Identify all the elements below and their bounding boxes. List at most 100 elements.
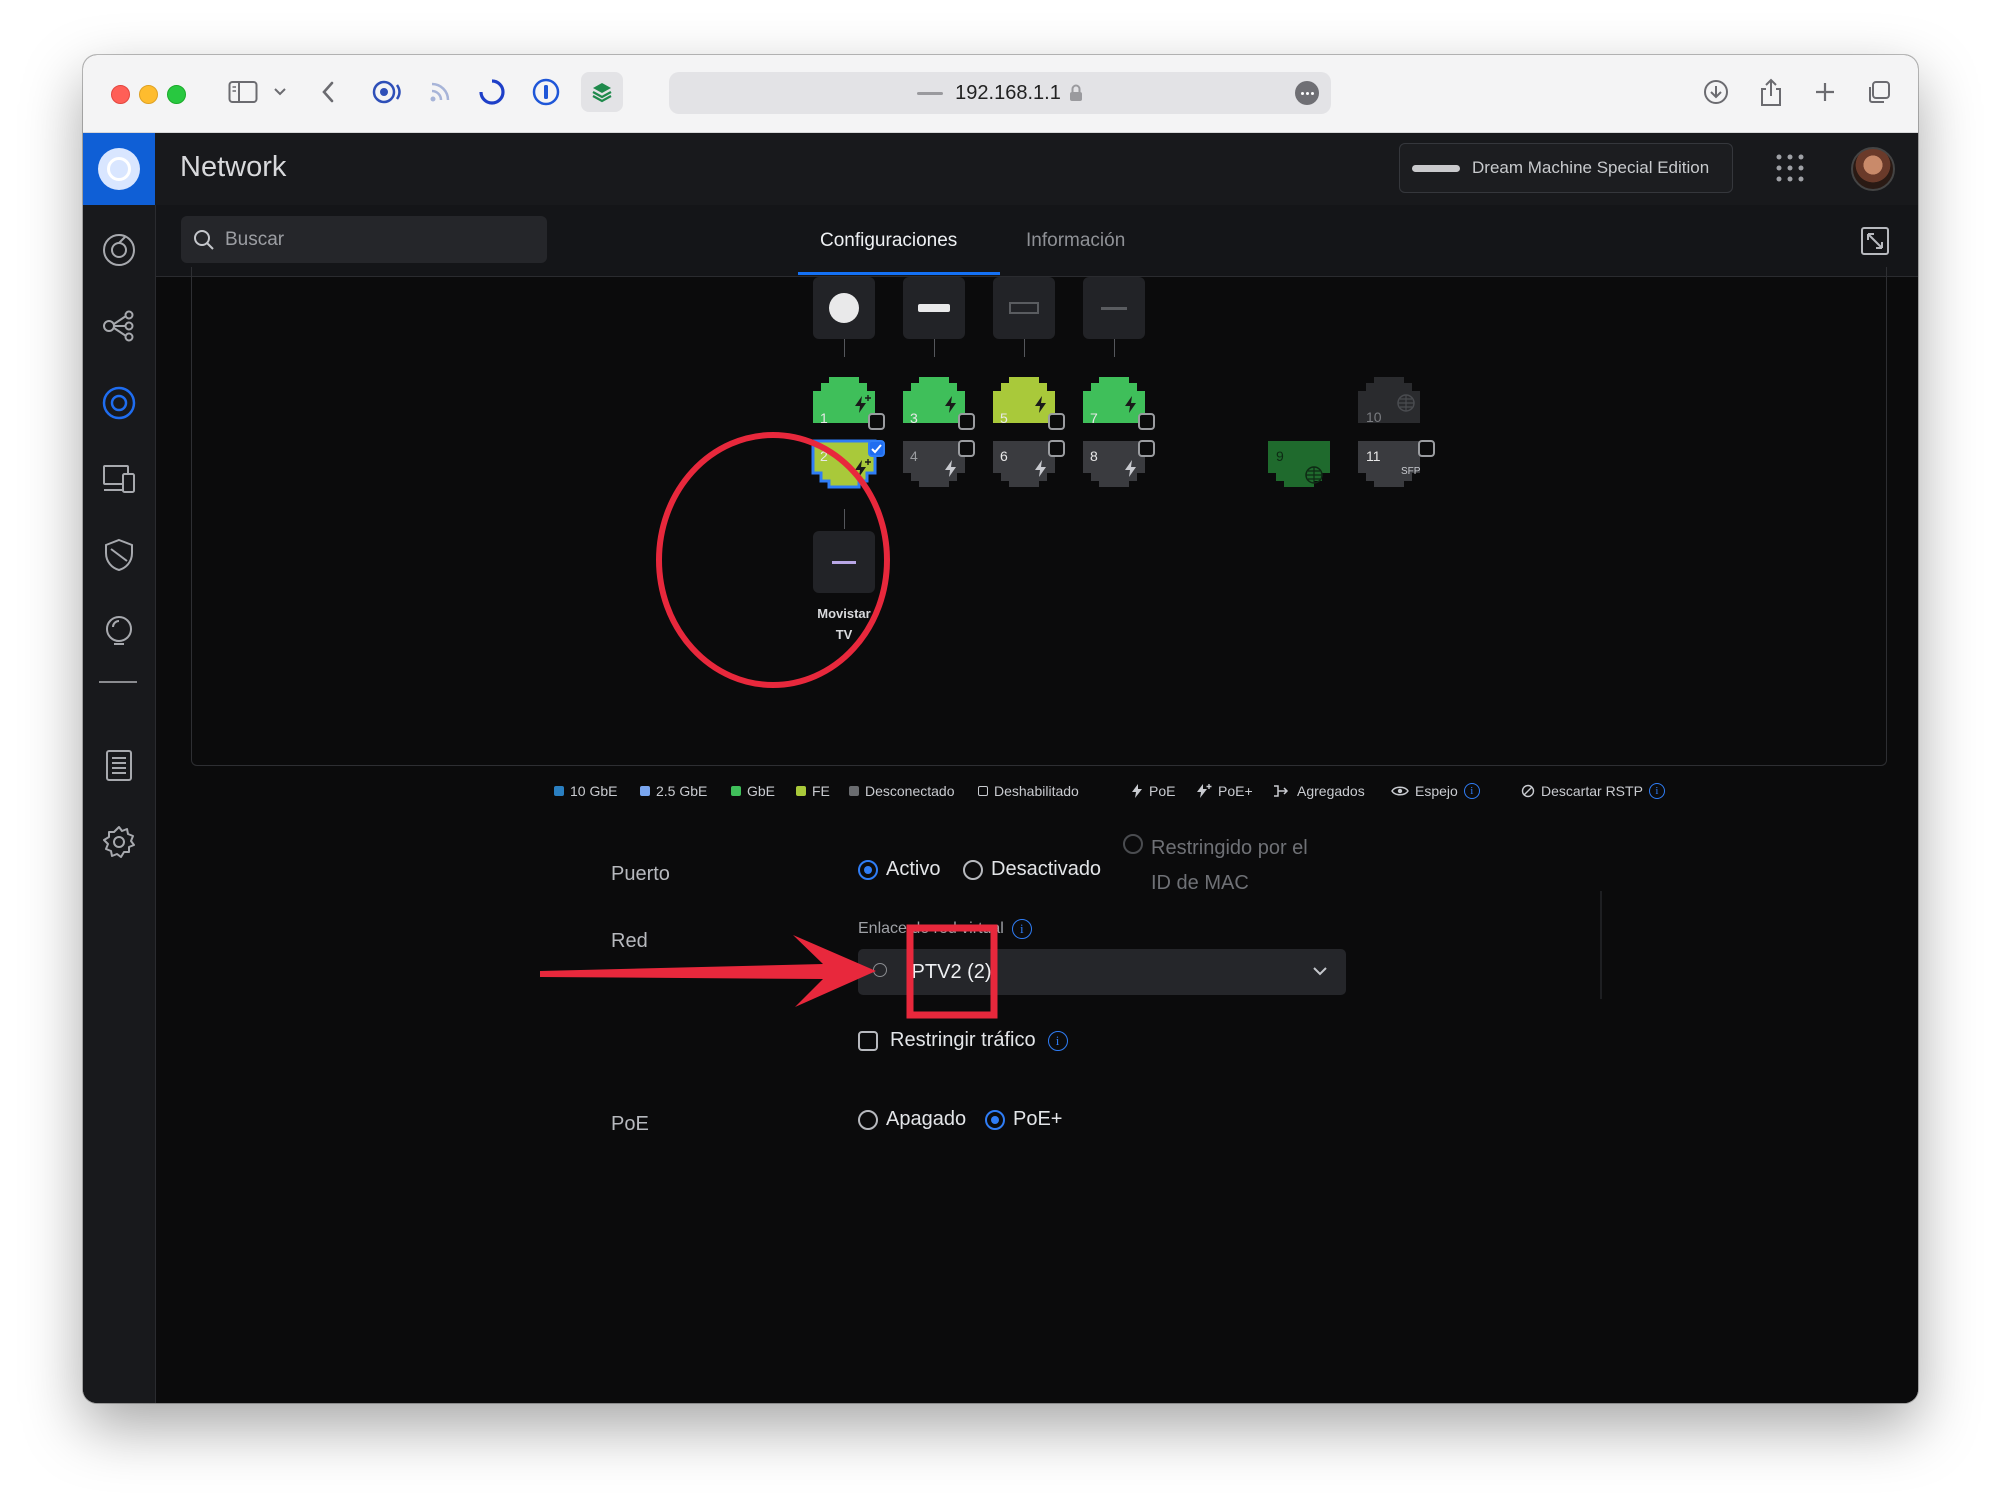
extension-icon[interactable] <box>368 75 408 109</box>
user-avatar[interactable] <box>1851 147 1895 191</box>
radio-restringido-mac: Restringido por el ID de MAC <box>1123 831 1308 901</box>
chevron-down-icon[interactable] <box>269 75 291 109</box>
network-icon <box>873 963 887 977</box>
info-icon[interactable]: i <box>1011 919 1032 939</box>
device-name: Dream Machine Special Edition <box>1472 158 1710 177</box>
url-text: 192.168.1.1 <box>955 81 1061 104</box>
gateway-device-icon <box>1412 164 1460 172</box>
port-select-checkbox[interactable] <box>958 413 975 430</box>
more-options-icon[interactable] <box>1295 81 1319 105</box>
search-box[interactable] <box>181 216 547 263</box>
browser-window: 192.168.1.1 Network Dream Machine Specia… <box>83 55 1918 1403</box>
legend-rstp: Descartar RSTP i <box>1521 783 1665 799</box>
unifi-devices-icon[interactable] <box>99 383 139 423</box>
layers-extension-icon[interactable] <box>581 72 623 112</box>
tab-configuraciones[interactable]: Configuraciones <box>820 205 957 276</box>
device-selector[interactable]: Dream Machine Special Edition <box>1399 143 1733 193</box>
zoom-window-button[interactable] <box>167 85 186 104</box>
port-select-checkbox[interactable] <box>868 413 885 430</box>
rss-icon[interactable] <box>423 75 457 109</box>
insights-icon[interactable] <box>99 611 139 651</box>
tab-informacion[interactable]: Información <box>1026 205 1125 276</box>
radio-poe-apagado[interactable]: Apagado <box>858 1108 966 1131</box>
port-number: 11 <box>1366 448 1381 464</box>
legend-item: GbE <box>731 783 775 799</box>
poe-label: PoE <box>611 1113 649 1135</box>
search-icon <box>193 229 215 251</box>
info-icon[interactable]: i <box>1648 783 1665 799</box>
client-device-movistar-tv[interactable] <box>813 531 875 593</box>
port-select-checkbox[interactable] <box>1048 413 1065 430</box>
vlan-value: IPTV2 (2) <box>906 961 992 983</box>
dashboard-icon[interactable] <box>99 230 139 270</box>
puerto-label: Puerto <box>611 863 670 885</box>
legend-poe: PoE <box>1131 783 1175 799</box>
lightning-icon <box>1132 784 1142 798</box>
app-title: Network <box>180 151 287 183</box>
link-line <box>844 509 845 529</box>
vlan-field-label: Enlace de red virtual i <box>858 919 1032 939</box>
download-icon[interactable] <box>1698 75 1734 109</box>
radio-poe-plus[interactable]: PoE+ <box>985 1108 1062 1131</box>
expand-icon[interactable] <box>1860 226 1890 261</box>
address-bar[interactable]: 192.168.1.1 <box>669 72 1331 114</box>
minimize-window-button[interactable] <box>139 85 158 104</box>
info-icon[interactable]: i <box>1047 1030 1068 1051</box>
scrollbar[interactable] <box>1600 891 1602 999</box>
app-header: Network Dream Machine Special Edition <box>83 133 1918 206</box>
globe-icon <box>1305 466 1323 484</box>
lock-icon <box>1069 84 1083 102</box>
legend-espejo: Espejo i <box>1391 783 1480 799</box>
radio-activo[interactable]: Activo <box>858 858 940 881</box>
legend-item: Deshabilitado <box>978 783 1079 799</box>
port-number: 6 <box>1000 448 1008 464</box>
back-button[interactable] <box>313 75 343 109</box>
unifi-logo[interactable] <box>83 133 155 205</box>
legend-agregados: Agregados <box>1273 783 1365 799</box>
new-tab-icon[interactable] <box>1807 75 1843 109</box>
share-icon[interactable] <box>1753 75 1789 109</box>
port-number: 7 <box>1090 410 1098 426</box>
legend-item: 10 GbE <box>554 783 617 799</box>
port-manager-content: 1 3 5 7 2 4 6 8 10 9 11 SFP Movistar TV … <box>156 267 1918 1403</box>
tab-overview-icon[interactable] <box>1861 75 1897 109</box>
legend-poe-plus: PoE+ <box>1196 783 1253 799</box>
gear-icon[interactable] <box>99 822 139 862</box>
port-number: 2 <box>820 448 828 464</box>
legend-item: FE <box>796 783 830 799</box>
port-select-checkbox[interactable] <box>1138 440 1155 457</box>
shield-icon[interactable] <box>99 535 139 575</box>
client-devices-icon[interactable] <box>99 459 139 499</box>
password-manager-icon[interactable] <box>529 75 563 109</box>
topology-icon[interactable] <box>99 306 139 346</box>
radio-desactivado[interactable]: Desactivado <box>963 858 1101 881</box>
logs-icon[interactable] <box>99 745 139 785</box>
red-label: Red <box>611 930 648 952</box>
port-number: 1 <box>820 410 828 426</box>
search-input[interactable] <box>223 227 527 252</box>
ports-diagram <box>811 377 1420 489</box>
port-select-checkbox[interactable] <box>1138 413 1155 430</box>
site-icon <box>917 91 944 95</box>
vlan-select[interactable]: IPTV2 (2) <box>858 949 1346 995</box>
eye-icon <box>1391 786 1409 796</box>
sidebar-toggle-icon[interactable] <box>223 75 263 109</box>
port-selected-checkbox[interactable] <box>868 440 885 457</box>
close-window-button[interactable] <box>111 85 130 104</box>
unifi-app: Network Dream Machine Special Edition Bu… <box>83 133 1918 1403</box>
app-grid-icon[interactable] <box>1775 153 1805 183</box>
port-select-checkbox[interactable] <box>1418 440 1435 457</box>
restringir-trafico-checkbox[interactable]: Restringir tráfico i <box>858 1029 1068 1052</box>
sfp-label: SFP <box>1401 466 1421 477</box>
sidebar <box>83 205 156 1403</box>
browser-toolbar: 192.168.1.1 <box>83 55 1918 133</box>
discard-icon <box>1521 784 1535 798</box>
port-number: 10 <box>1366 409 1382 425</box>
info-icon[interactable]: i <box>1463 783 1480 799</box>
settings-sliders-icon[interactable] <box>1914 226 1918 261</box>
refresh-extension-icon[interactable] <box>475 75 509 109</box>
port-select-checkbox[interactable] <box>958 440 975 457</box>
lightning-plus-icon <box>1197 784 1212 798</box>
port-select-checkbox[interactable] <box>1048 440 1065 457</box>
legend-item: Desconectado <box>849 783 955 799</box>
